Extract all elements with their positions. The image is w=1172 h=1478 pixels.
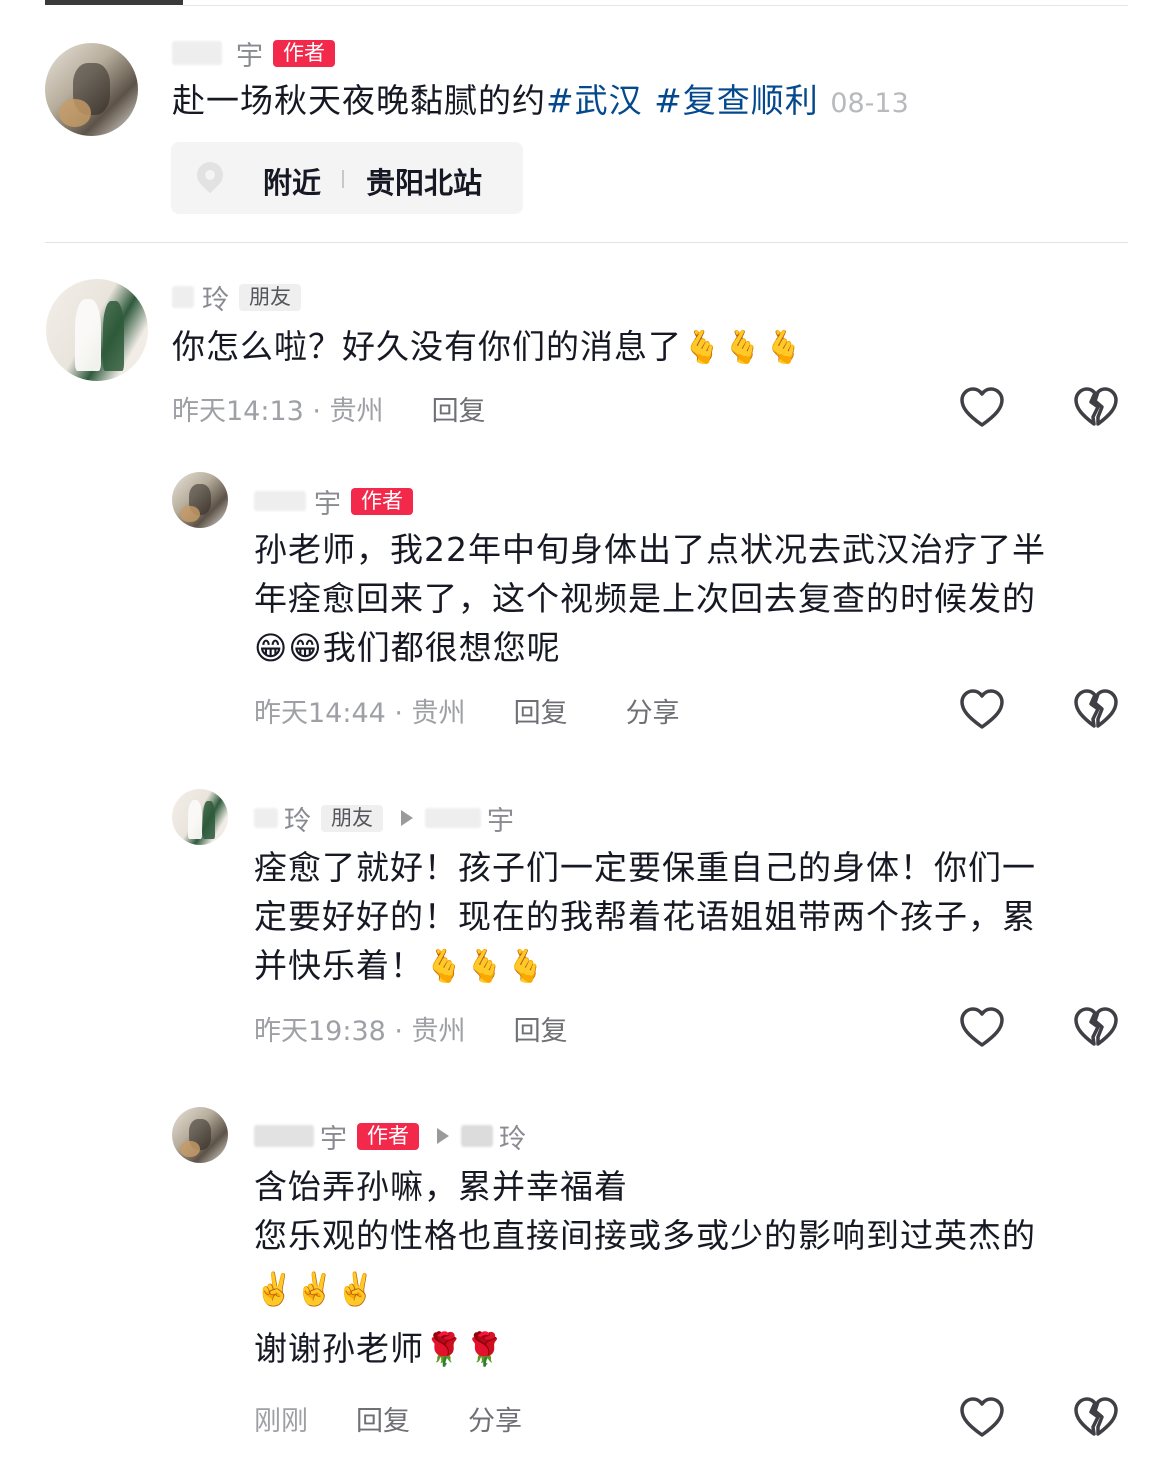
like-heart-icon[interactable]: [958, 384, 1006, 432]
rose-emoji: 🌹🌹: [424, 1330, 506, 1368]
reply-line: 年痊愈回来了，这个视频是上次回去复查的时候发的: [254, 579, 1036, 618]
comment-body: 你怎么啦？好久没有你们的消息了: [172, 327, 682, 366]
post-caption: 赴一场秋天夜晚黏腻的约#武汉 #复查顺利 08-13: [172, 76, 909, 128]
reply-line-text: 我们都很想您呢: [322, 628, 561, 667]
reply-button[interactable]: 回复: [432, 389, 486, 428]
reply-author-row: 宇 作者: [254, 482, 413, 521]
author-badge: 作者: [273, 39, 335, 67]
post-author-name[interactable]: 宇: [236, 34, 263, 73]
finger-heart-emoji: 🫰🫰🫰: [682, 328, 805, 366]
author-badge: 作者: [351, 487, 413, 515]
reply-button[interactable]: 回复: [514, 691, 568, 730]
reply-to-name[interactable]: 宇: [487, 799, 514, 838]
redacted-name: [461, 1125, 493, 1147]
reply-line: 痊愈了就好！孩子们一定要保重自己的身体！你们一: [254, 848, 1036, 887]
post-text: 赴一场秋天夜晚黏腻的约: [172, 81, 546, 120]
top-bar-indicator: [45, 0, 183, 5]
redacted-name: [425, 808, 481, 828]
like-heart-icon[interactable]: [958, 1004, 1006, 1052]
hashtag-wuhan[interactable]: #武汉: [546, 81, 643, 120]
top-divider: [183, 5, 1128, 6]
reply-meta: 昨天14:44 · 贵州 回复 分享: [254, 690, 680, 730]
dislike-broken-heart-icon[interactable]: [1072, 1394, 1120, 1442]
author-badge: 作者: [357, 1122, 419, 1150]
reply-avatar[interactable]: [172, 472, 228, 528]
comment-time: 昨天14:13 · 贵州: [172, 395, 384, 427]
like-heart-icon[interactable]: [958, 686, 1006, 734]
location-separator: [342, 170, 344, 188]
comment-text: 你怎么啦？好久没有你们的消息了🫰🫰🫰: [172, 322, 805, 372]
post-author-row: 宇 作者: [172, 34, 335, 73]
redacted-name: [172, 286, 194, 308]
comment-author-row: 玲 朋友: [172, 278, 301, 317]
reply-author-name[interactable]: 玲: [284, 799, 311, 838]
reply-meta: 刚刚 回复 分享: [254, 1398, 522, 1438]
reply-to-name[interactable]: 玲: [499, 1117, 526, 1156]
dislike-broken-heart-icon[interactable]: [1072, 686, 1120, 734]
comment-author-name[interactable]: 玲: [202, 278, 229, 317]
reply-line: 并快乐着！🫰🫰🫰: [254, 941, 1036, 991]
reply-text: 含饴弄孙嘛，累并幸福着 您乐观的性格也直接间接或多或少的影响到过英杰的 ✌️✌️…: [254, 1162, 1036, 1374]
dislike-broken-heart-icon[interactable]: [1072, 384, 1120, 432]
redacted-name: [254, 1125, 314, 1147]
friend-badge: 朋友: [321, 804, 383, 832]
section-divider: [45, 242, 1128, 243]
reply-text: 痊愈了就好！孩子们一定要保重自己的身体！你们一 定要好好的！现在的我帮着花语姐姐…: [254, 843, 1036, 991]
redacted-name: [254, 491, 306, 511]
victory-hand-emoji: ✌️✌️✌️: [254, 1270, 377, 1308]
hashtag-checkup[interactable]: #复查顺利: [654, 81, 819, 120]
reply-time: 昨天19:38 · 贵州: [254, 1015, 466, 1047]
reply-line: 定要好好的！现在的我帮着花语姐姐带两个孩子，累: [254, 897, 1036, 936]
location-nearby: 附近: [263, 166, 322, 200]
post-date: 08-13: [830, 88, 909, 119]
redacted-name: [254, 808, 278, 828]
reply-line: 您乐观的性格也直接间接或多或少的影响到过英杰的: [254, 1216, 1036, 1255]
reply-line: 含饴弄孙嘛，累并幸福着: [254, 1167, 628, 1206]
reply-author-row: 宇 作者 玲: [254, 1117, 526, 1156]
reply-button[interactable]: 回复: [514, 1009, 568, 1048]
redacted-name: [172, 41, 222, 65]
reply-meta: 昨天19:38 · 贵州 回复: [254, 1008, 568, 1048]
like-heart-icon[interactable]: [958, 1394, 1006, 1442]
reply-button[interactable]: 回复: [356, 1399, 410, 1438]
location-chip[interactable]: 附近 贵阳北站: [171, 142, 523, 214]
reply-avatar[interactable]: [172, 789, 228, 845]
reply-time: 刚刚: [254, 1405, 308, 1437]
location-pin-icon: [191, 156, 229, 194]
reply-line-text: 并快乐着！: [254, 946, 424, 985]
reply-time: 昨天14:44 · 贵州: [254, 697, 466, 729]
reply-line-text: 谢谢孙老师: [254, 1329, 424, 1368]
share-button[interactable]: 分享: [468, 1399, 522, 1438]
reply-text: 孙老师，我22年中旬身体出了点状况去武汉治疗了半 年痊愈回来了，这个视频是上次回…: [254, 525, 1046, 673]
reply-line: 孙老师，我22年中旬身体出了点状况去武汉治疗了半: [254, 530, 1046, 569]
reply-line: 谢谢孙老师🌹🌹: [254, 1324, 1036, 1374]
friend-badge: 朋友: [239, 283, 301, 311]
reply-author-row: 玲 朋友 宇: [254, 799, 514, 838]
reply-to-arrow-icon: [401, 810, 413, 826]
share-button[interactable]: 分享: [626, 691, 680, 730]
author-avatar[interactable]: [45, 43, 138, 136]
location-place: 贵阳北站: [366, 166, 483, 200]
finger-heart-emoji: 🫰🫰🫰: [424, 947, 547, 985]
comment-meta: 昨天14:13 · 贵州 回复: [172, 388, 486, 428]
reply-line: 😁😁我们都很想您呢: [254, 623, 1046, 673]
reply-author-name[interactable]: 宇: [314, 482, 341, 521]
reply-author-name[interactable]: 宇: [320, 1117, 347, 1156]
commenter-avatar[interactable]: [46, 279, 148, 381]
reply-avatar[interactable]: [172, 1107, 228, 1163]
dislike-broken-heart-icon[interactable]: [1072, 1004, 1120, 1052]
grin-emoji: 😁😁: [254, 629, 323, 667]
reply-to-arrow-icon: [437, 1128, 449, 1144]
